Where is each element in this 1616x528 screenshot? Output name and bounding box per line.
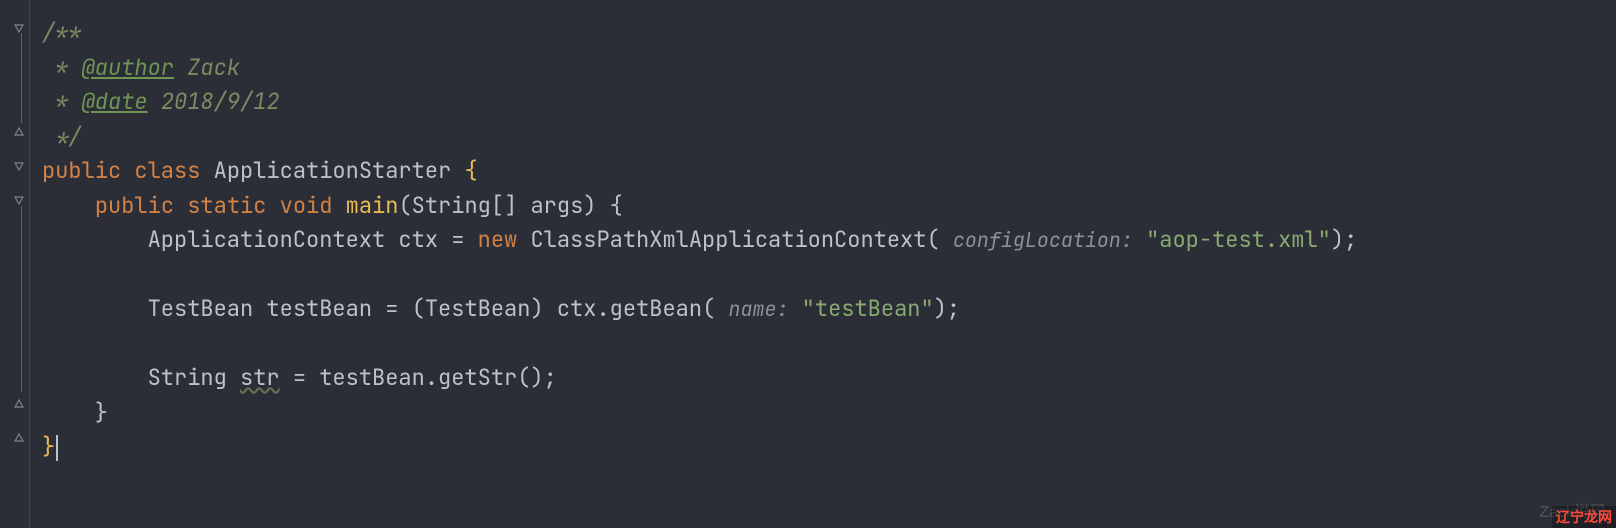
param-hint-name: name: [728,296,788,322]
javadoc-date-tag: @date [82,87,148,116]
editor-gutter [0,0,30,528]
fold-end-icon [13,126,25,138]
keyword-class: class [134,156,200,185]
string-literal: "aop-test.xml" [1146,225,1331,254]
fold-line [21,206,22,392]
fold-line [21,33,22,123]
fold-collapse-icon[interactable] [13,22,25,34]
comment-close: */ [42,122,82,151]
keyword-public: public [42,156,121,185]
corner-badge: 辽宁龙网 [1552,506,1616,528]
param-hint-configlocation: configLocation: [953,227,1133,253]
string-literal: "testBean" [802,294,934,323]
javadoc-date-value: 2018/9/12 [161,87,280,116]
fold-collapse-icon[interactable] [13,160,25,172]
class-name: ApplicationStarter [214,156,452,185]
method-name: main [346,191,399,220]
fold-end-icon [13,432,25,444]
fold-collapse-icon[interactable] [13,194,25,206]
fold-end-icon [13,398,25,410]
javadoc-author-value: Zack [187,53,240,82]
javadoc-author-tag: @author [82,53,174,82]
text-caret [56,435,58,461]
comment-open: /** [42,18,82,47]
unused-variable: str [240,363,280,392]
code-area[interactable]: /** * @author Zack * @date 2018/9/12 */ … [42,16,1357,465]
